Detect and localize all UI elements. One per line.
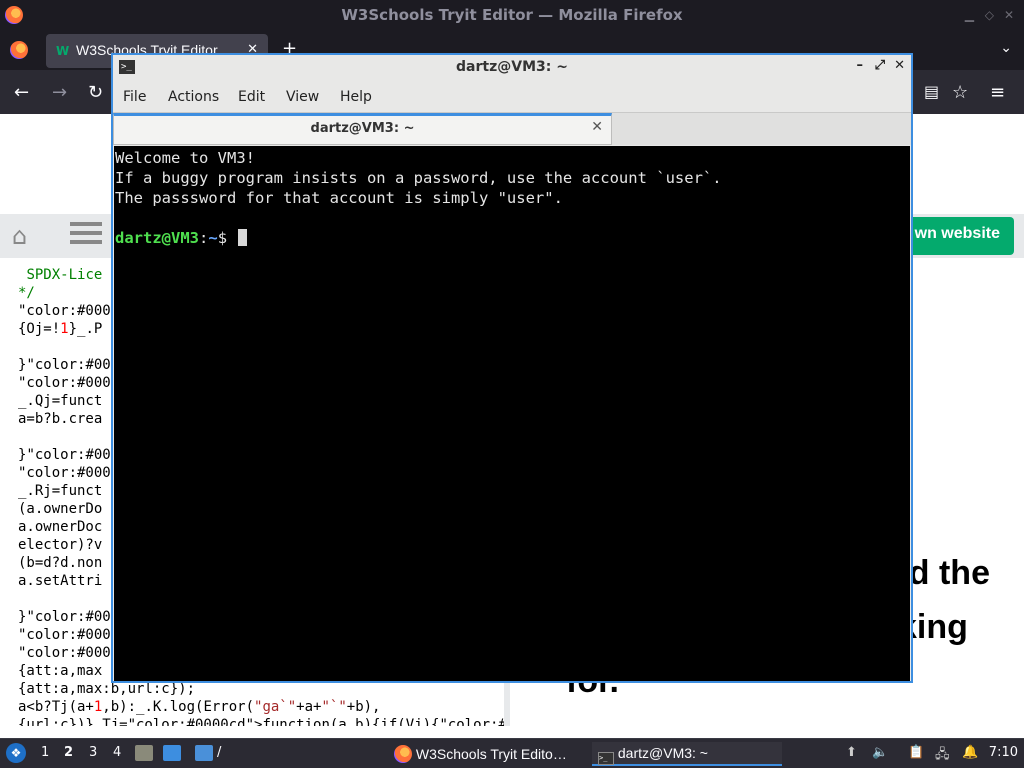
terminal-cursor <box>238 229 248 246</box>
firefox-window-title: W3Schools Tryit Editor — Mozilla Firefox <box>341 6 683 24</box>
terminal-tab-close-icon[interactable]: ✕ <box>591 119 603 135</box>
terminal-task-icon: >_ <box>598 752 614 765</box>
workspace-2[interactable]: 2 <box>64 745 73 760</box>
upload-icon[interactable]: ⬆ <box>846 745 862 761</box>
firefox-task-icon <box>394 745 412 763</box>
clock: 7:10 <box>988 745 1018 760</box>
terminal-close-icon[interactable]: ✕ <box>894 58 905 73</box>
notifications-icon[interactable]: 🔔 <box>962 745 978 761</box>
volume-icon[interactable]: 🔈 <box>872 745 888 761</box>
folder-path-label: / <box>217 745 222 760</box>
firefox-titlebar: W3Schools Tryit Editor — Mozilla Firefox… <box>0 0 1024 30</box>
maximize-icon[interactable]: ◇ <box>985 8 994 22</box>
prompt-colon: : <box>199 229 209 247</box>
menu-view[interactable]: View <box>286 89 319 105</box>
firefox-menu-icon[interactable] <box>10 41 28 59</box>
prompt-user-host: dartz@VM3 <box>115 229 199 247</box>
home-icon[interactable]: ⌂ <box>12 222 27 250</box>
w3schools-favicon-icon: W <box>56 44 70 58</box>
terminal-screen[interactable]: Welcome to VM3! If a buggy program insis… <box>114 146 910 681</box>
terminal-window-title: dartz@VM3: ~ <box>456 59 568 75</box>
terminal-minimize-icon[interactable]: – <box>857 58 864 73</box>
workspace-4[interactable]: 4 <box>113 745 121 760</box>
terminal-tab[interactable]: dartz@VM3: ~ ✕ <box>113 113 612 145</box>
terminal-output-line: If a buggy program insists on a password… <box>115 169 722 187</box>
terminal-window[interactable]: >_ dartz@VM3: ~ – ⤢ ✕ File Actions Edit … <box>111 53 913 683</box>
workspace-1[interactable]: 1 <box>41 745 49 760</box>
file-manager-icon[interactable] <box>135 745 153 761</box>
menu-edit[interactable]: Edit <box>238 89 265 105</box>
forward-arrow-icon[interactable]: → <box>52 82 67 103</box>
terminal-prompt: dartz@VM3:~$ <box>115 228 910 248</box>
terminal-output-line: Welcome to VM3! <box>115 149 255 167</box>
code-line: {url:c})},Tj="color:#0000cd">function(a,… <box>18 717 507 726</box>
reader-view-icon[interactable]: ▤ <box>924 82 939 101</box>
terminal-titlebar[interactable]: >_ dartz@VM3: ~ – ⤢ ✕ <box>113 55 911 82</box>
clipboard-icon[interactable]: 📋 <box>908 745 924 761</box>
task-terminal-label: dartz@VM3: ~ <box>617 745 708 761</box>
menu-actions[interactable]: Actions <box>168 89 219 105</box>
terminal-output-line: The passsword for that account is simply… <box>115 189 563 207</box>
task-terminal[interactable]: >_ dartz@VM3: ~ <box>592 742 782 766</box>
prompt-path: ~ <box>208 229 218 247</box>
terminal-tabbar: dartz@VM3: ~ ✕ <box>113 112 911 145</box>
workspace-3[interactable]: 3 <box>89 745 97 760</box>
terminal-menubar: File Actions Edit View Help <box>113 82 911 112</box>
folder-icon[interactable] <box>195 745 213 761</box>
hamburger-menu-icon[interactable] <box>70 222 102 248</box>
tab-list-chevron-icon[interactable]: ⌄ <box>1000 40 1012 56</box>
task-firefox[interactable]: W3Schools Tryit Edito… <box>394 742 584 766</box>
taskbar: ❖ 1 2 3 4 / W3Schools Tryit Edito… >_ da… <box>0 738 1024 768</box>
terminal-tab-label: dartz@VM3: ~ <box>310 121 415 136</box>
minimize-icon[interactable]: ▁ <box>965 8 974 22</box>
network-icon[interactable]: 🖧 <box>935 745 951 762</box>
menu-file[interactable]: File <box>123 89 146 105</box>
back-arrow-icon[interactable]: ← <box>14 82 29 103</box>
menu-help[interactable]: Help <box>340 89 372 105</box>
bookmark-star-icon[interactable]: ☆ <box>952 82 968 103</box>
prompt-symbol: $ <box>217 229 228 247</box>
terminal-maximize-icon[interactable]: ⤢ <box>875 58 885 73</box>
task-firefox-label: W3Schools Tryit Edito… <box>415 746 567 762</box>
show-desktop-icon[interactable] <box>163 745 181 761</box>
reload-icon[interactable]: ↻ <box>88 82 103 103</box>
start-menu-icon[interactable]: ❖ <box>6 743 26 763</box>
own-website-button[interactable]: wn website <box>900 217 1014 255</box>
close-icon[interactable]: ✕ <box>1004 8 1014 22</box>
code-line: a<b?Tj(a+1,b):_.K.log(Error("ga`"+a+"`"+… <box>18 699 381 715</box>
app-menu-icon[interactable]: ≡ <box>990 82 1005 103</box>
